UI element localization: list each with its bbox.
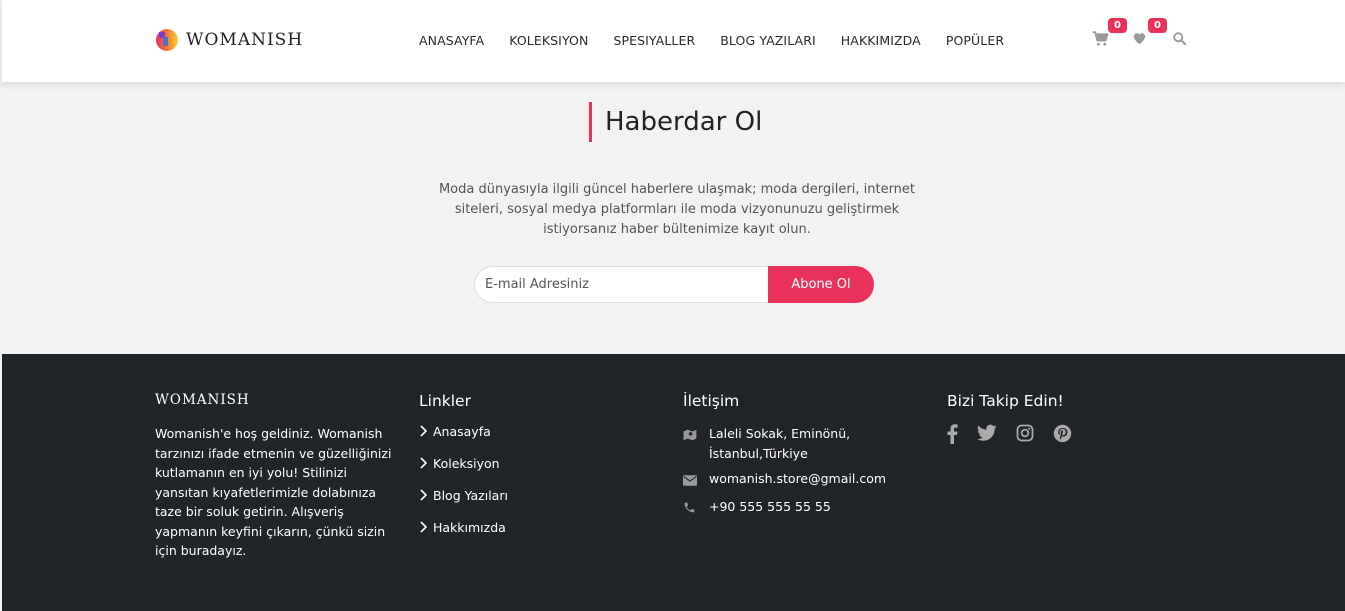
nav-item-populer[interactable]: POPÜLER bbox=[946, 33, 1004, 48]
footer-link-hakkimizda[interactable]: Hakkımızda bbox=[419, 511, 508, 543]
phone-icon bbox=[683, 497, 709, 520]
footer-link-koleksiyon[interactable]: Koleksiyon bbox=[419, 447, 508, 479]
footer-link-anasayfa[interactable]: Anasayfa bbox=[419, 415, 508, 447]
newsletter-form: Abone Ol bbox=[474, 266, 874, 303]
chevron-right-icon bbox=[420, 521, 428, 533]
envelope-icon bbox=[683, 469, 709, 492]
newsletter-section: Haberdar Ol Moda dünyasıyla ilgili günce… bbox=[2, 82, 1345, 354]
email-field[interactable] bbox=[474, 266, 768, 303]
cart-count-badge: 0 bbox=[1108, 18, 1127, 33]
brand-logo-icon bbox=[156, 29, 178, 51]
footer-link-label: Blog Yazıları bbox=[433, 487, 508, 503]
footer-link-label: Anasayfa bbox=[433, 423, 491, 439]
subscribe-button[interactable]: Abone Ol bbox=[768, 266, 874, 303]
facebook-icon[interactable] bbox=[947, 424, 958, 448]
contact-address: Laleli Sokak, Eminönü, İstanbul,Türkiye bbox=[683, 424, 886, 464]
cart-button[interactable]: 0 bbox=[1092, 18, 1127, 50]
nav-item-hakkimizda[interactable]: HAKKIMIZDA bbox=[841, 33, 921, 48]
twitter-icon[interactable] bbox=[977, 424, 997, 448]
nav-item-blog[interactable]: BLOG YAZILARI bbox=[720, 33, 816, 48]
footer-links-title: Linkler bbox=[419, 392, 471, 410]
site-footer: WOMANISH Womanish'e hoş geldiniz. Womani… bbox=[2, 354, 1345, 611]
search-button[interactable] bbox=[1172, 30, 1190, 50]
nav-item-koleksiyon[interactable]: KOLEKSIYON bbox=[509, 33, 588, 48]
nav-item-anasayfa[interactable]: ANASAYFA bbox=[419, 33, 484, 48]
footer-link-label: Koleksiyon bbox=[433, 455, 500, 471]
brand-name: WOMANISH bbox=[186, 30, 304, 50]
contact-email-text: womanish.store@gmail.com bbox=[709, 471, 887, 486]
footer-social: Bizi Takip Edin! bbox=[947, 392, 1091, 448]
wishlist-count-badge: 0 bbox=[1148, 18, 1167, 33]
footer-contact-title: İletişim bbox=[683, 392, 740, 410]
newsletter-description: Moda dünyasıyla ilgili güncel haberlere … bbox=[438, 182, 916, 237]
footer-about: WOMANISH Womanish'e hoş geldiniz. Womani… bbox=[155, 392, 395, 561]
heart-icon bbox=[1133, 33, 1146, 45]
footer-about-text: Womanish'e hoş geldiniz. Womanish tarzın… bbox=[155, 426, 392, 558]
map-icon bbox=[683, 424, 709, 464]
brand[interactable]: WOMANISH bbox=[155, 28, 303, 52]
pinterest-icon[interactable] bbox=[1053, 424, 1072, 448]
footer-links: Linkler Anasayfa Koleksiyon Blog Yazılar… bbox=[419, 392, 508, 543]
chevron-right-icon bbox=[420, 489, 428, 501]
social-links bbox=[947, 424, 1091, 448]
nav-item-spesiyaller[interactable]: SPESIYALLER bbox=[613, 33, 695, 48]
contact-email[interactable]: womanish.store@gmail.com bbox=[683, 469, 886, 492]
contact-phone-text: +90 555 555 55 55 bbox=[709, 499, 831, 514]
search-icon bbox=[1173, 32, 1187, 46]
contact-phone[interactable]: +90 555 555 55 55 bbox=[683, 497, 886, 520]
chevron-right-icon bbox=[420, 425, 428, 437]
instagram-icon[interactable] bbox=[1016, 424, 1034, 448]
main-nav: ANASAYFA KOLEKSIYON SPESIYALLER BLOG YAZ… bbox=[419, 33, 1029, 48]
footer-brand-title: WOMANISH bbox=[155, 392, 250, 408]
wishlist-button[interactable]: 0 bbox=[1132, 18, 1167, 50]
newsletter-title: Haberdar Ol bbox=[589, 102, 762, 142]
footer-contact: İletişim Laleli Sokak, Eminönü, İstanbul… bbox=[683, 392, 886, 525]
cart-icon bbox=[1092, 31, 1109, 46]
footer-link-label: Hakkımızda bbox=[433, 519, 506, 535]
chevron-right-icon bbox=[420, 457, 428, 469]
header-icons: 0 0 bbox=[1092, 18, 1212, 50]
footer-social-title: Bizi Takip Edin! bbox=[947, 392, 1064, 410]
site-header: WOMANISH ANASAYFA KOLEKSIYON SPESIYALLER… bbox=[2, 0, 1345, 82]
contact-address-text: Laleli Sokak, Eminönü, İstanbul,Türkiye bbox=[709, 426, 851, 461]
footer-link-blog[interactable]: Blog Yazıları bbox=[419, 479, 508, 511]
